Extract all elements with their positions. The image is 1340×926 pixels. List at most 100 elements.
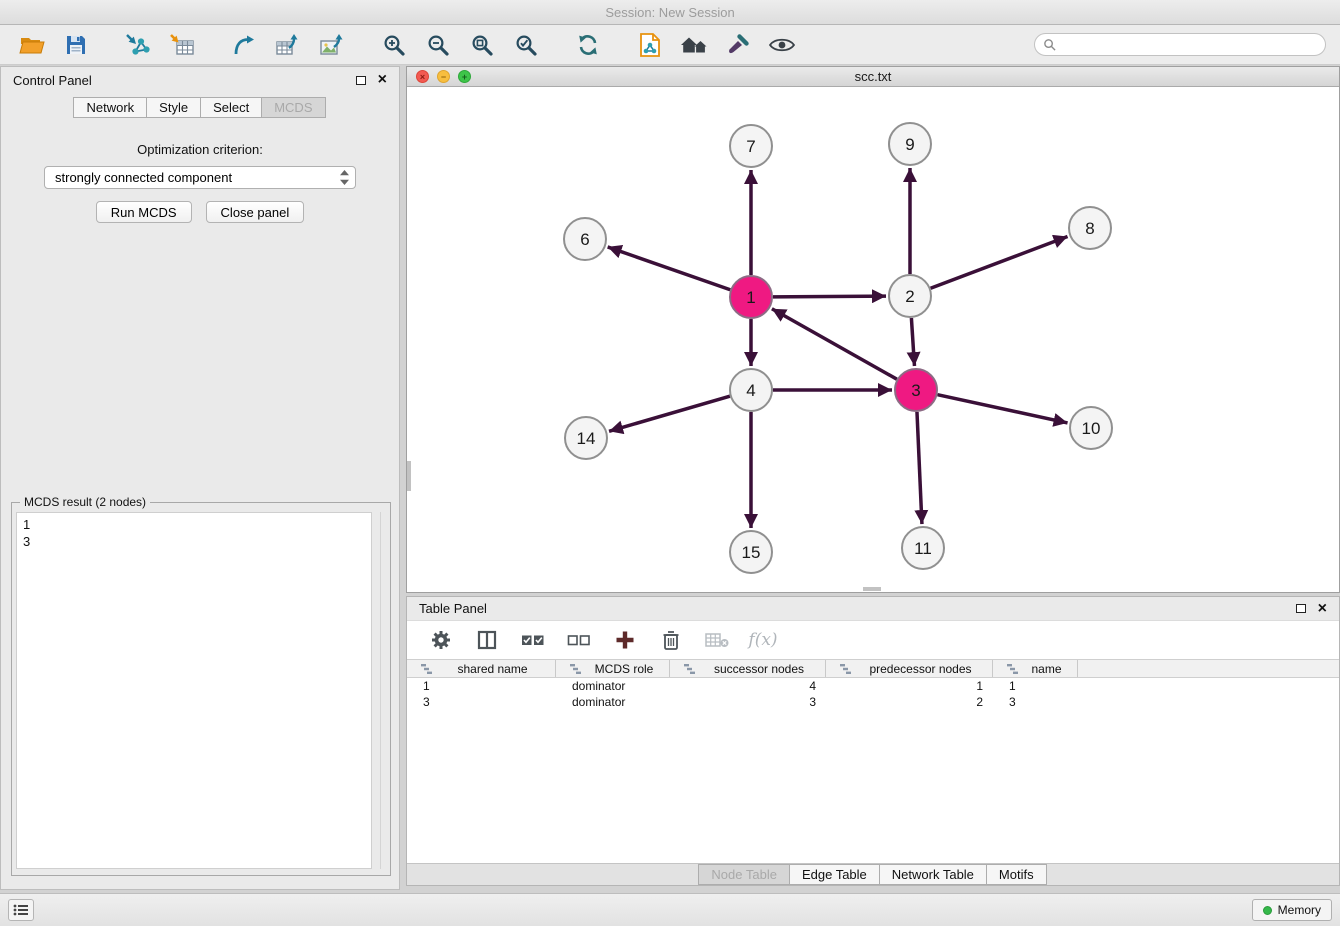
open-folder-glyph [19, 33, 45, 57]
edge-3-11[interactable] [917, 412, 922, 524]
tab-mcds[interactable]: MCDS [261, 97, 325, 118]
search-input[interactable] [1062, 38, 1317, 52]
network-graph[interactable]: 7 9 6 8 1 2 4 3 14 10 15 11 [407, 87, 1339, 592]
column-header-shared_name[interactable]: shared name [407, 660, 556, 677]
edge-1-6[interactable] [608, 247, 731, 290]
table-row[interactable]: 3dominator323 [407, 694, 1339, 710]
result-line: 1 [23, 516, 365, 533]
edge-2-8[interactable] [931, 236, 1068, 288]
zoom-selected-icon[interactable] [508, 29, 544, 61]
tab-motifs[interactable]: Motifs [986, 864, 1047, 885]
columns-glyph [477, 630, 497, 650]
unselect-all-columns-icon[interactable] [561, 624, 597, 656]
table-row[interactable]: 1dominator411 [407, 678, 1339, 694]
function-builder-icon[interactable]: f(x) [745, 624, 781, 656]
select-all-columns-icon[interactable] [515, 624, 551, 656]
cell-name[interactable]: 1 [993, 679, 1078, 693]
cell-mcds_role[interactable]: dominator [556, 695, 670, 709]
import-table-icon[interactable] [164, 29, 200, 61]
node-2[interactable]: 2 [889, 275, 931, 317]
delete-column-icon[interactable] [653, 624, 689, 656]
export-network-icon[interactable] [226, 29, 262, 61]
save-icon[interactable] [58, 29, 94, 61]
open-folder-icon[interactable] [14, 29, 50, 61]
node-label: 2 [905, 287, 914, 306]
vertical-scrollbar[interactable] [407, 461, 411, 491]
refresh-icon[interactable] [570, 29, 606, 61]
cell-successor_nodes[interactable]: 3 [670, 695, 826, 709]
node-11[interactable]: 11 [902, 527, 944, 569]
eye-icon[interactable] [764, 29, 800, 61]
column-header-predecessor_nodes[interactable]: predecessor nodes [826, 660, 993, 677]
style-icon[interactable] [720, 29, 756, 61]
memory-button[interactable]: Memory [1252, 899, 1332, 921]
close-table-panel-icon[interactable]: × [1318, 603, 1327, 615]
node-14[interactable]: 14 [565, 417, 607, 459]
task-history-button[interactable] [8, 899, 34, 921]
mcds-result-list[interactable]: 13 [16, 512, 372, 869]
node-9[interactable]: 9 [889, 123, 931, 165]
cell-successor_nodes[interactable]: 4 [670, 679, 826, 693]
cell-shared_name[interactable]: 3 [407, 695, 556, 709]
cell-predecessor_nodes[interactable]: 2 [826, 695, 993, 709]
node-15[interactable]: 15 [730, 531, 772, 573]
search-box[interactable] [1034, 33, 1326, 56]
run-mcds-button[interactable]: Run MCDS [96, 201, 192, 223]
cell-name[interactable]: 3 [993, 695, 1078, 709]
float-table-panel-icon[interactable] [1296, 604, 1306, 613]
control-panel-header: Control Panel × [1, 67, 399, 93]
close-panel-button[interactable]: Close panel [206, 201, 305, 223]
column-header-successor_nodes[interactable]: successor nodes [670, 660, 826, 677]
mcds-result-title: MCDS result (2 nodes) [20, 495, 150, 509]
edge-1-2[interactable] [773, 296, 886, 297]
column-header-name[interactable]: name [993, 660, 1078, 677]
add-column-icon[interactable] [607, 624, 643, 656]
float-panel-icon[interactable] [356, 76, 366, 85]
window-zoom-icon[interactable]: + [458, 70, 471, 83]
export-table-icon[interactable] [270, 29, 306, 61]
trash-glyph [662, 629, 680, 651]
import-network-icon[interactable] [120, 29, 156, 61]
tab-select[interactable]: Select [200, 97, 262, 118]
close-panel-icon[interactable]: × [378, 74, 387, 86]
window-close-icon[interactable]: × [416, 70, 429, 83]
node-label: 7 [746, 137, 755, 156]
edge-3-10[interactable] [937, 395, 1067, 423]
network-window: × − + scc.txt 7968124314101511 [406, 66, 1340, 593]
edge-4-14[interactable] [609, 396, 730, 431]
export-image-icon[interactable] [314, 29, 350, 61]
criterion-dropdown[interactable]: strongly connected component [44, 166, 356, 189]
horizontal-scrollbar[interactable] [863, 587, 881, 591]
edge-2-3[interactable] [911, 318, 914, 366]
node-3[interactable]: 3 [895, 369, 937, 411]
tab-edge-table[interactable]: Edge Table [789, 864, 880, 885]
memory-status-icon [1263, 906, 1272, 915]
node-6[interactable]: 6 [564, 218, 606, 260]
window-minimize-icon[interactable]: − [437, 70, 450, 83]
show-columns-icon[interactable] [469, 624, 505, 656]
column-header-mcds_role[interactable]: MCDS role [556, 660, 670, 677]
tab-network[interactable]: Network [73, 97, 147, 118]
cell-mcds_role[interactable]: dominator [556, 679, 670, 693]
home-icon[interactable] [676, 29, 712, 61]
node-7[interactable]: 7 [730, 125, 772, 167]
result-scrollbar[interactable] [380, 512, 381, 869]
tab-node-table[interactable]: Node Table [698, 864, 790, 885]
network-file-icon[interactable] [632, 29, 668, 61]
node-4[interactable]: 4 [730, 369, 772, 411]
node-1[interactable]: 1 [730, 276, 772, 318]
node-8[interactable]: 8 [1069, 207, 1111, 249]
edge-3-1[interactable] [772, 309, 897, 379]
tab-style[interactable]: Style [146, 97, 201, 118]
unselect-all-glyph [567, 632, 591, 648]
zoom-in-icon[interactable] [376, 29, 412, 61]
zoom-fit-icon[interactable] [464, 29, 500, 61]
zoom-out-icon[interactable] [420, 29, 456, 61]
cell-predecessor_nodes[interactable]: 1 [826, 679, 993, 693]
cell-shared_name[interactable]: 1 [407, 679, 556, 693]
delete-table-icon[interactable] [699, 624, 735, 656]
gear-icon[interactable] [423, 624, 459, 656]
node-10[interactable]: 10 [1070, 407, 1112, 449]
tab-network-table[interactable]: Network Table [879, 864, 987, 885]
save-glyph [65, 34, 87, 56]
